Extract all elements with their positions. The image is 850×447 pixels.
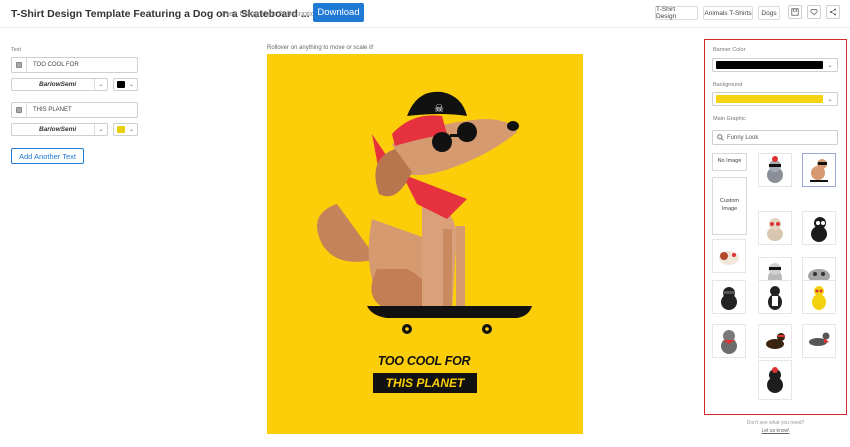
canvas-hint: Rollover on anything to move or scale it… xyxy=(267,45,374,51)
text-1-value: TOO COOL FOR xyxy=(33,62,79,68)
font-select-1-value: BarlowSemi xyxy=(39,81,77,88)
color-select-2[interactable]: ⌄ xyxy=(113,123,138,136)
dog-tail xyxy=(317,204,377,262)
siamese-cat-icon xyxy=(767,218,783,241)
search-icon xyxy=(717,134,724,141)
tag-animals-tshirts[interactable]: Animals T-Shirts xyxy=(703,6,753,20)
color-swatch-black xyxy=(117,81,125,88)
red-bandana xyxy=(402,174,467,219)
duck-raincoat-icon xyxy=(812,286,826,310)
graphic-thumb-gray-cat[interactable] xyxy=(712,324,746,358)
canvas-text-line-2[interactable]: THIS PLANET xyxy=(373,373,477,393)
graphic-thumb-black-cat[interactable] xyxy=(802,211,836,245)
dog-nose xyxy=(507,121,519,131)
graphic-thumb-greyhound[interactable] xyxy=(802,324,836,358)
black-cat-sunglasses-icon xyxy=(721,287,737,310)
text-2-checkbox[interactable] xyxy=(12,103,27,117)
add-another-text-button[interactable]: Add Another Text xyxy=(11,148,84,164)
husky-dog-icon xyxy=(767,156,783,183)
wheel-hub xyxy=(485,327,489,331)
chevron-down-icon: ⌄ xyxy=(827,62,833,69)
skull-crossbones-icon: ☠ xyxy=(434,102,444,115)
subscription-note: Free Using Your Subscription! xyxy=(222,9,322,18)
text-field-2[interactable]: THIS PLANET xyxy=(11,102,138,118)
background-color-swatch xyxy=(716,95,823,103)
banner-color-label: Banner Color xyxy=(713,47,746,53)
no-image-option[interactable]: No Image xyxy=(712,153,747,171)
color-swatch-yellow xyxy=(117,126,125,133)
graphic-thumb-siamese-cat[interactable] xyxy=(758,211,792,245)
font-select-2-value: BarlowSemi xyxy=(39,126,77,133)
chevron-down-icon: ⌄ xyxy=(94,124,107,135)
text-field-1[interactable]: TOO COOL FOR xyxy=(11,57,138,73)
banner-color-select[interactable]: ⌄ xyxy=(712,58,838,72)
greyhound-icon xyxy=(809,332,830,346)
main-graphic-label: Main Graphic xyxy=(713,116,746,122)
graphic-thumb-dachshund[interactable] xyxy=(758,324,792,358)
background-color-select[interactable]: ⌄ xyxy=(712,92,838,106)
heart-icon xyxy=(810,8,818,16)
favorite-button[interactable] xyxy=(807,5,821,19)
dog-front-leg-right xyxy=(456,226,465,311)
canvas-text-line-1[interactable]: TOO COOL FOR xyxy=(378,352,471,369)
color-select-1[interactable]: ⌄ xyxy=(113,78,138,91)
let-us-know-link[interactable]: Let us know! xyxy=(704,428,847,434)
black-cat-icon xyxy=(811,217,827,242)
graphic-thumb-border-collie[interactable] xyxy=(758,280,792,314)
background-label: Background xyxy=(713,82,743,88)
graphic-thumb-black-pug[interactable] xyxy=(758,360,792,400)
sunglasses-right-lens xyxy=(457,122,477,142)
banner-color-swatch xyxy=(716,61,823,69)
skateboard-deck xyxy=(367,306,532,318)
chevron-down-icon: ⌄ xyxy=(827,96,833,103)
tag-tshirt-design[interactable]: T-Shirt Design xyxy=(655,6,698,20)
chevron-down-icon: ⌄ xyxy=(94,79,107,90)
search-value: Funny Look xyxy=(727,135,759,141)
gray-cat-icon xyxy=(721,330,737,354)
graphic-thumb-skateboard-dog[interactable] xyxy=(802,153,836,187)
graphic-thumb-black-cat-sunglasses[interactable] xyxy=(712,280,746,314)
chevron-down-icon: ⌄ xyxy=(128,82,135,88)
chevron-down-icon: ⌄ xyxy=(128,127,135,133)
share-button[interactable] xyxy=(826,5,840,19)
guinea-pig-icon xyxy=(719,251,739,265)
custom-image-option[interactable]: Custom Image xyxy=(712,177,747,235)
save-button[interactable] xyxy=(788,5,802,19)
graphic-thumb-husky[interactable] xyxy=(758,153,792,187)
sunglasses-left-lens xyxy=(432,132,452,152)
black-pug-icon xyxy=(767,367,783,393)
text-section-label: Text xyxy=(11,47,22,53)
text-1-checkbox[interactable] xyxy=(12,58,27,72)
text-2-value: THIS PLANET xyxy=(33,107,72,113)
download-button[interactable]: Download xyxy=(313,3,364,22)
dog-front-leg-left xyxy=(443,229,452,311)
design-canvas[interactable]: ☠ TOO COOL FOR THIS PLANET xyxy=(267,54,583,434)
wheel-hub xyxy=(405,327,409,331)
help-text: Don't see what you need? xyxy=(746,420,805,426)
graphic-thumb-guinea-pig[interactable] xyxy=(712,239,746,273)
checkbox-icon xyxy=(16,62,22,68)
options-panel: Banner Color ⌄ Background ⌄ Main Graphic… xyxy=(704,39,847,415)
graphic-thumb-duck-raincoat[interactable] xyxy=(802,280,836,314)
font-select-2[interactable]: BarlowSemi ⌄ xyxy=(11,123,108,136)
sunglasses-bridge xyxy=(450,134,460,137)
font-select-1[interactable]: BarlowSemi ⌄ xyxy=(11,78,108,91)
tag-dogs[interactable]: Dogs xyxy=(758,6,780,20)
border-collie-icon xyxy=(768,286,782,310)
skateboard-dog-icon xyxy=(810,159,828,182)
top-bar: T-Shirt Design Template Featuring a Dog … xyxy=(0,0,850,28)
save-icon xyxy=(791,8,799,16)
checkbox-icon xyxy=(16,107,22,113)
dachshund-icon xyxy=(766,333,785,349)
share-icon xyxy=(830,8,836,16)
graphic-search-input[interactable]: Funny Look xyxy=(712,130,838,145)
